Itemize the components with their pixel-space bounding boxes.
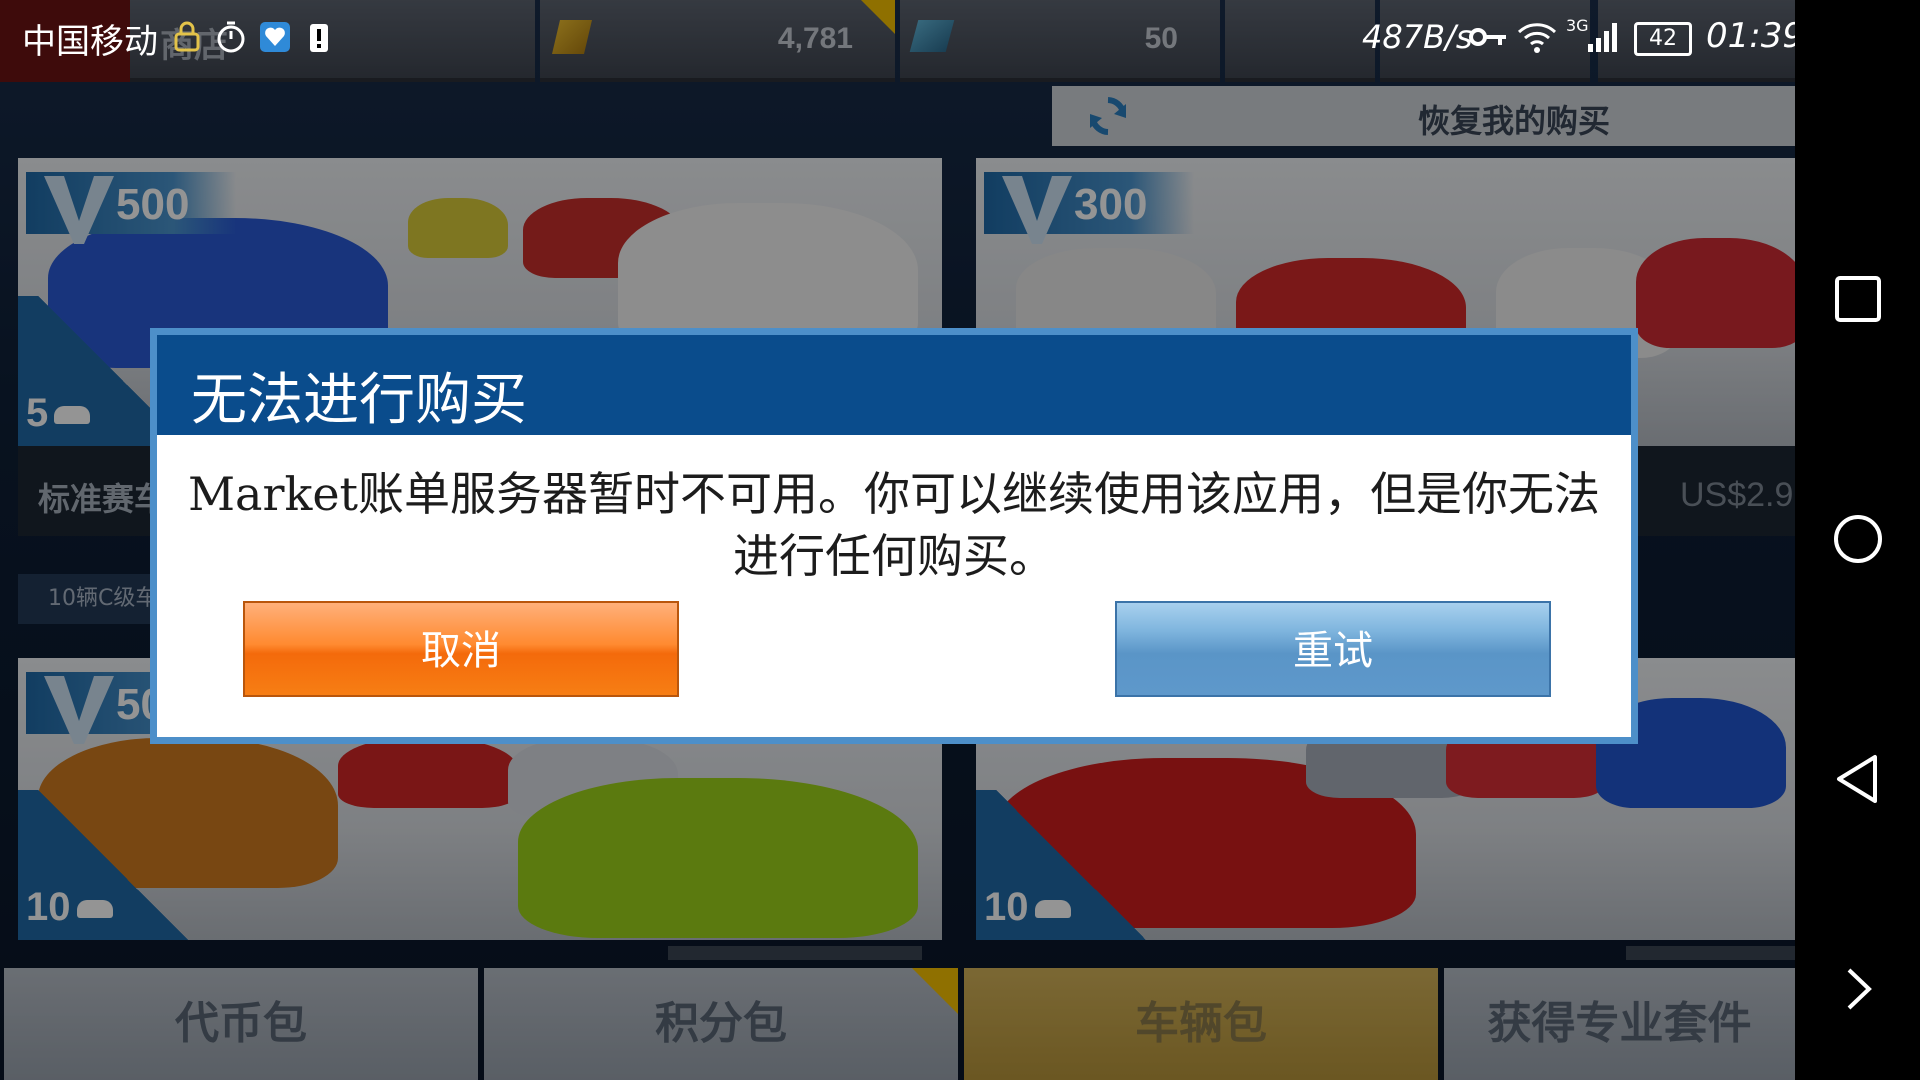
navigation-bar [1795,0,1920,1080]
cancel-button[interactable]: 取消 [243,601,679,697]
expand-icon[interactable] [1831,962,1885,1016]
vpn-key-icon [1469,28,1506,46]
battery-icon: 42 [1634,22,1692,56]
recents-icon[interactable] [1831,272,1885,326]
battery-level: 42 [1649,26,1677,51]
wifi-icon [1517,23,1557,53]
dialog-body: 无法进行购买 Market账单服务器暂时不可用。你可以继续使用该应用，但是你无法… [157,335,1631,737]
signal-icon [1588,23,1617,52]
carrier-label: 中国移动 [22,22,158,62]
dialog-header: 无法进行购买 [157,335,1631,435]
dialog-message: Market账单服务器暂时不可用。你可以继续使用该应用，但是你无法进行任何购买。 [187,467,1601,583]
purchase-error-dialog: 无法进行购买 Market账单服务器暂时不可用。你可以继续使用该应用，但是你无法… [150,328,1638,744]
timer-icon [217,21,245,53]
health-app-icon [260,22,290,52]
battery-alert-icon [310,24,328,52]
home-icon[interactable] [1831,512,1885,566]
back-icon[interactable] [1831,752,1885,806]
screen: 商店 4,781 50 恢复我的购买 500 5 标准赛车 300 US$2.9… [0,0,1920,1080]
retry-button[interactable]: 重试 [1115,601,1551,697]
vpn-lock-icon [174,21,200,52]
clock: 01:39 [1706,16,1804,56]
net-speed: 487B/s [1362,18,1473,56]
status-bar: 中国移动 487B/s 3G 42 01:39 [0,0,1804,76]
dialog-title: 无法进行购买 [191,368,527,433]
